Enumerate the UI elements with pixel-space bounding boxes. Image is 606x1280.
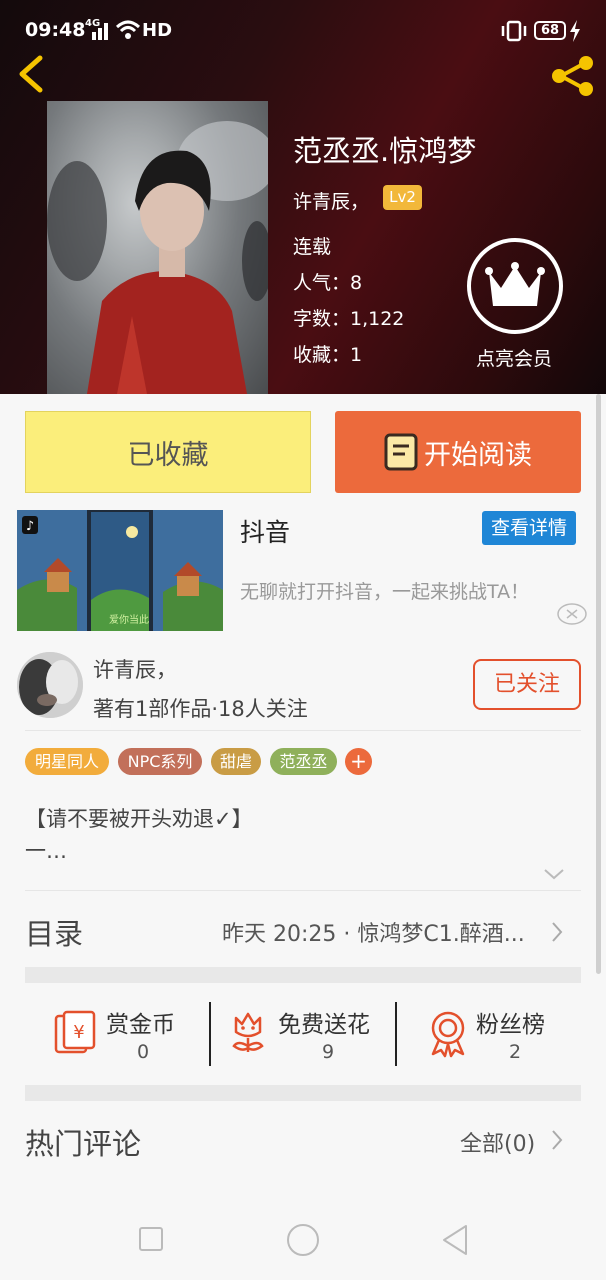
- author-level-badge: Lv2: [383, 185, 422, 210]
- author-name[interactable]: 许青辰，: [293, 187, 369, 214]
- tag-npc-series[interactable]: NPC系列: [118, 748, 202, 775]
- intro-line-1: 【请不要被开头劝退✓】: [25, 807, 253, 831]
- book-popularity: 人气：8: [293, 272, 363, 294]
- signal-icon: [92, 23, 108, 40]
- book-word-count: 字数：1,122: [293, 308, 405, 330]
- ad-image[interactable]: ♪ 爱你当此: [17, 510, 223, 631]
- hd-indicator: HD: [142, 20, 173, 41]
- vibrate-icon: [501, 20, 527, 42]
- flower-icon[interactable]: [228, 1010, 268, 1056]
- divider: [25, 730, 581, 731]
- plus-icon: +: [350, 749, 367, 773]
- stat-fans-value: 2: [508, 1041, 522, 1063]
- share-icon[interactable]: [549, 55, 597, 97]
- book-status: 连载: [293, 236, 332, 258]
- ad-description: 无聊就打开抖音，一起来挑战TA！: [240, 581, 530, 603]
- chevron-right-icon[interactable]: [549, 1128, 565, 1152]
- tag-label: 范丞丞: [279, 752, 328, 771]
- collected-button[interactable]: 已收藏: [25, 411, 311, 493]
- battery-indicator: 68: [534, 21, 566, 40]
- book-header: 09:48 4G HD 68 范丞丞.惊鸿梦 许青辰， Lv2 连载 人气：8 …: [0, 0, 606, 394]
- charging-icon: [570, 20, 580, 42]
- wifi-icon: [115, 20, 141, 39]
- tag-star-fanfic[interactable]: 明星同人: [25, 748, 109, 775]
- chevron-right-icon[interactable]: [549, 920, 565, 944]
- ad-app-name: 抖音: [240, 518, 291, 547]
- catalog-label[interactable]: 目录: [25, 911, 83, 953]
- tag-label: NPC系列: [127, 752, 193, 771]
- recent-apps-icon[interactable]: [138, 1226, 166, 1254]
- back-nav-icon[interactable]: [440, 1223, 470, 1257]
- tag-fan-chengcheng[interactable]: 范丞丞: [270, 748, 337, 775]
- back-icon[interactable]: [16, 54, 46, 94]
- vip-label[interactable]: 点亮会员: [476, 344, 552, 371]
- svg-text:¥: ¥: [73, 1022, 84, 1043]
- stat-flowers-label[interactable]: 免费送花: [278, 1005, 370, 1039]
- follow-button[interactable]: 已关注: [473, 659, 581, 710]
- all-comments-link[interactable]: 全部(0): [460, 1126, 535, 1158]
- book-cover[interactable]: [47, 101, 268, 394]
- stats-row: ¥ 赏金币 0 免费送花 9 粉丝榜 2: [25, 990, 581, 1080]
- start-reading-label: 开始阅读: [424, 439, 532, 471]
- tag-sweet-angst[interactable]: 甜虐: [211, 748, 261, 775]
- tag-label: 明星同人: [34, 752, 99, 771]
- vip-button[interactable]: [467, 238, 563, 334]
- ad-close-icon[interactable]: [556, 602, 588, 626]
- cover-image: [47, 101, 268, 394]
- stat-fans-label[interactable]: 粉丝榜: [476, 1005, 545, 1039]
- hot-comments-title: 热门评论: [25, 1127, 142, 1161]
- divider: [25, 890, 581, 891]
- stat-coins-value: 0: [136, 1041, 150, 1063]
- author-avatar[interactable]: [17, 652, 83, 718]
- section-gap: [25, 1085, 581, 1101]
- tag-label: 甜虐: [219, 752, 252, 771]
- book-icon: [384, 433, 418, 471]
- intro-line-2: 一…: [25, 839, 67, 863]
- book-title: 范丞丞.惊鸿梦: [293, 134, 477, 168]
- avatar-image: [17, 652, 83, 718]
- stat-divider: [209, 1002, 211, 1066]
- red-envelope-icon[interactable]: ¥: [52, 1008, 100, 1056]
- section-gap: [25, 967, 581, 983]
- author-card-name[interactable]: 许青辰，: [93, 654, 177, 684]
- stat-flowers-value: 9: [321, 1041, 335, 1063]
- stat-coins-label[interactable]: 赏金币: [106, 1005, 175, 1039]
- status-time: 09:48: [25, 19, 86, 41]
- author-card-summary: 著有1部作品·18人关注: [93, 697, 308, 721]
- ad-game-text: 爱你当此: [109, 615, 149, 626]
- crown-icon: [485, 262, 545, 306]
- book-favorites: 收藏：1: [293, 344, 363, 366]
- stat-divider: [395, 1002, 397, 1066]
- scrollbar[interactable]: [596, 394, 601, 974]
- start-reading-button[interactable]: 开始阅读: [335, 411, 581, 493]
- add-tag-button[interactable]: +: [345, 748, 372, 775]
- collected-label: 已收藏: [127, 439, 209, 471]
- catalog-latest-chapter[interactable]: 昨天 20:25 · 惊鸿梦C1.醉酒...: [222, 916, 525, 948]
- medal-icon[interactable]: [427, 1010, 469, 1058]
- svg-text:♪: ♪: [26, 519, 34, 534]
- status-bar: 09:48 4G HD 68: [0, 0, 606, 60]
- ad-detail-button[interactable]: 查看详情: [482, 511, 576, 545]
- home-icon[interactable]: [285, 1222, 321, 1258]
- expand-chevron-icon[interactable]: [542, 866, 566, 882]
